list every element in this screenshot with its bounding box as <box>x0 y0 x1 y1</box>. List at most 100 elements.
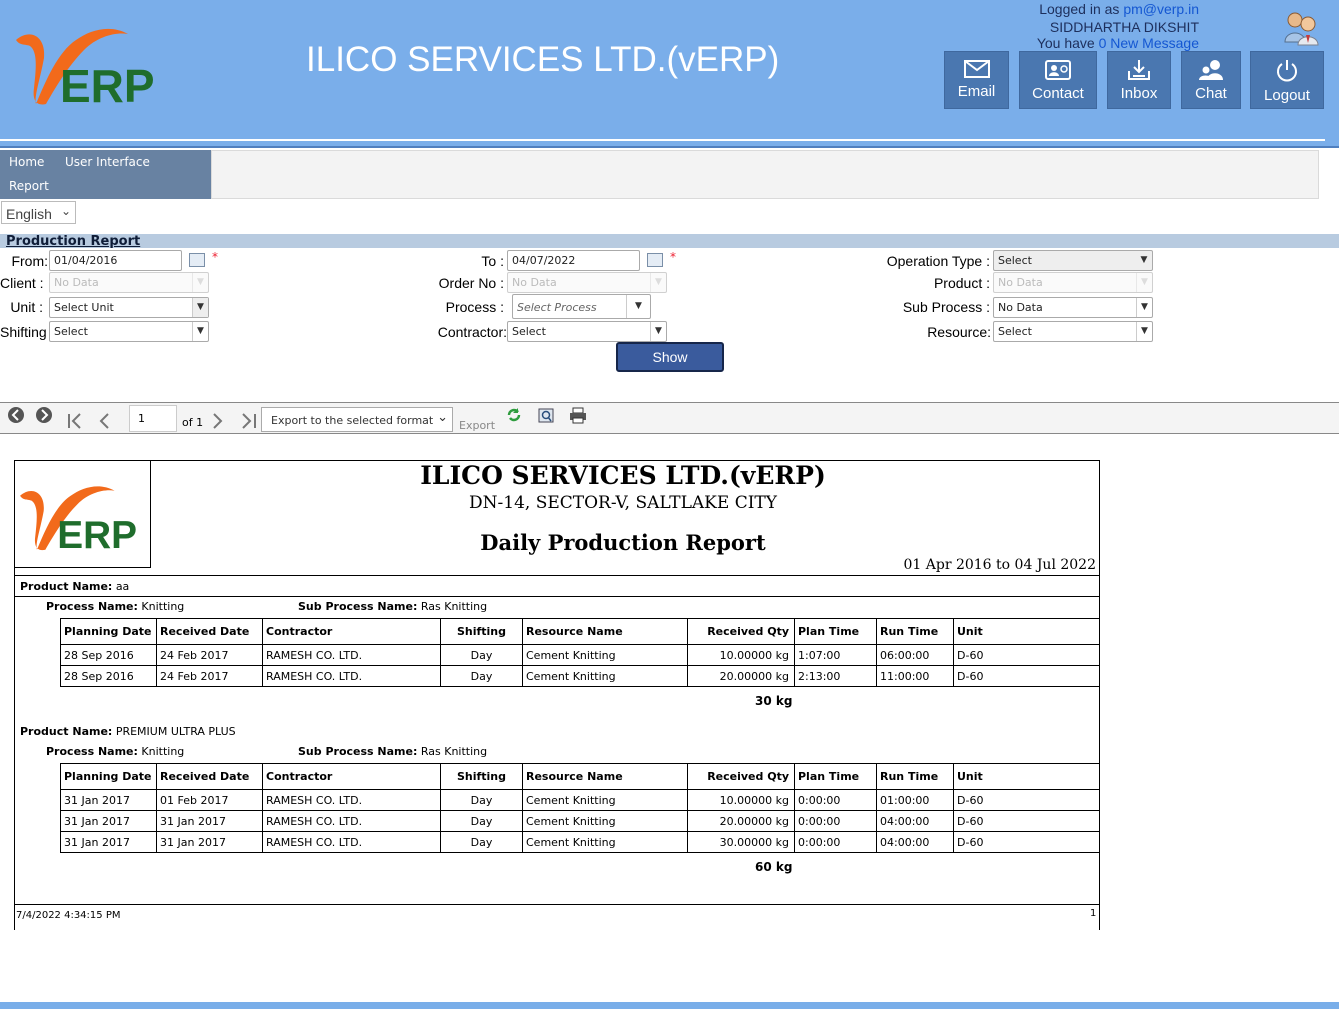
sub-process-name-label: Sub Process Name: <box>298 600 418 613</box>
calendar-icon[interactable] <box>189 253 205 267</box>
chevron-down-icon: ⌄ <box>60 204 71 218</box>
unit-select[interactable]: Select Unit ▼ <box>49 297 209 318</box>
cell: RAMESH CO. LTD. <box>262 665 441 687</box>
table-row: 31 Jan 2017 31 Jan 2017 RAMESH CO. LTD. … <box>60 810 1100 832</box>
power-icon <box>1277 60 1297 82</box>
product-name-label: Product Name: <box>20 580 113 593</box>
sub-process-name-line: Sub Process Name: Ras Knitting <box>298 745 487 758</box>
col-header: Plan Time <box>794 763 877 790</box>
refresh-icon[interactable] <box>506 407 522 426</box>
cell: RAMESH CO. LTD. <box>262 831 441 853</box>
cell: 31 Jan 2017 <box>60 831 157 853</box>
new-message-link[interactable]: 0 New Message <box>1099 35 1199 51</box>
print-layout-icon[interactable] <box>537 407 555 428</box>
product-name-label: Product Name: <box>20 725 113 738</box>
cell: 31 Jan 2017 <box>60 810 157 832</box>
cell: 01 Feb 2017 <box>156 789 263 811</box>
header-divider <box>0 139 1325 141</box>
page-count: of 1 <box>182 416 204 429</box>
report-company-name: ILICO SERVICES LTD.(vERP) <box>420 461 826 490</box>
sub-process-select[interactable]: No Data ▼ <box>993 297 1153 318</box>
logout-button-label: Logout <box>1264 87 1310 104</box>
export-link[interactable]: Export <box>459 419 495 432</box>
shifting-select[interactable]: Select ▼ <box>49 321 209 342</box>
chat-button[interactable]: Chat <box>1181 51 1241 109</box>
group-total: 60 kg <box>755 860 793 874</box>
report-date-range: 01 Apr 2016 to 04 Jul 2022 <box>903 557 1096 573</box>
contractor-select[interactable]: Select ▼ <box>507 321 667 342</box>
col-header: Resource Name <box>522 763 688 790</box>
next-page-icon[interactable] <box>212 413 224 434</box>
inbox-button[interactable]: Inbox <box>1107 51 1171 109</box>
production-table: Planning Date Received Date Contractor S… <box>60 763 1100 853</box>
cell: 1:07:00 <box>794 644 877 666</box>
product-select[interactable]: No Data ▼ <box>993 272 1153 293</box>
col-header: Planning Date <box>60 763 157 790</box>
cell: RAMESH CO. LTD. <box>262 810 441 832</box>
menu-item-home[interactable]: Home <box>9 155 44 169</box>
back-icon[interactable] <box>7 406 25 429</box>
to-date-input[interactable]: 04/07/2022 <box>507 250 640 271</box>
sub-process-name-line: Sub Process Name: Ras Knitting <box>298 600 487 613</box>
first-page-icon[interactable] <box>67 413 85 434</box>
cell: 0:00:00 <box>794 810 877 832</box>
logout-button[interactable]: Logout <box>1250 51 1324 109</box>
report-title: Daily Production Report <box>480 530 766 555</box>
email-button[interactable]: Email <box>944 51 1009 109</box>
operation-type-select[interactable]: Select ▼ <box>993 250 1153 271</box>
last-page-icon[interactable] <box>239 413 257 434</box>
section-header-bar <box>0 234 1339 248</box>
cell: Day <box>440 644 523 666</box>
user-email: pm@verp.in <box>1123 1 1199 17</box>
from-date-input[interactable]: 01/04/2016 <box>49 250 182 271</box>
process-select[interactable]: Select Process ▼ <box>512 294 651 319</box>
forward-icon[interactable] <box>35 406 53 429</box>
resource-select[interactable]: Select ▼ <box>993 321 1153 342</box>
menu-item-report[interactable]: Report <box>9 179 49 193</box>
order-no-select[interactable]: No Data ▼ <box>507 272 667 293</box>
operation-type-value: Select <box>998 254 1032 267</box>
report-timestamp: 7/4/2022 4:34:15 PM <box>16 910 121 921</box>
group-total: 30 kg <box>755 694 793 708</box>
process-name-line: Process Name: Knitting <box>46 745 184 758</box>
cell: 01:00:00 <box>876 789 954 811</box>
show-button[interactable]: Show <box>616 342 724 372</box>
col-header: Plan Time <box>794 618 877 645</box>
col-header: Received Qty <box>687 618 795 645</box>
cell: 04:00:00 <box>876 810 954 832</box>
unit-label: Unit : <box>10 299 43 315</box>
cell: D-60 <box>953 831 1100 853</box>
page-number-input[interactable]: 1 <box>129 405 177 432</box>
export-format-select[interactable]: Export to the selected format ⌄ <box>261 407 453 432</box>
cell: 0:00:00 <box>794 789 877 811</box>
process-name-value: Knitting <box>141 600 185 613</box>
cell: 11:00:00 <box>876 665 954 687</box>
cell: 20.00000 kg <box>687 665 795 687</box>
product-value: No Data <box>998 276 1043 289</box>
client-select[interactable]: No Data ▼ <box>49 272 209 293</box>
report-footer-divider <box>14 904 1100 905</box>
svg-text:ERP: ERP <box>57 514 137 557</box>
operation-type-label: Operation Type : <box>886 253 990 269</box>
col-header: Shifting <box>440 763 523 790</box>
col-header: Contractor <box>262 618 441 645</box>
cell: 0:00:00 <box>794 831 877 853</box>
cell: Cement Knitting <box>522 644 688 666</box>
cell: 06:00:00 <box>876 644 954 666</box>
email-button-label: Email <box>957 83 996 100</box>
report-address: DN-14, SECTOR-V, SALTLAKE CITY <box>469 493 777 513</box>
col-header: Run Time <box>876 763 954 790</box>
contact-button[interactable]: Contact <box>1019 51 1097 109</box>
table-header-row: Planning Date Received Date Contractor S… <box>60 763 1100 790</box>
print-icon[interactable] <box>569 407 587 428</box>
cell: Day <box>440 810 523 832</box>
process-value: Select Process <box>517 301 597 314</box>
calendar-icon[interactable] <box>647 253 663 267</box>
cell: D-60 <box>953 789 1100 811</box>
menu-item-user-interface[interactable]: User Interface <box>65 155 150 169</box>
language-select[interactable]: English ⌄ <box>1 201 76 224</box>
contact-card-icon <box>1045 60 1071 80</box>
product-name-value: PREMIUM ULTRA PLUS <box>115 725 236 738</box>
previous-page-icon[interactable] <box>98 413 110 434</box>
user-name: SIDDHARTHA DIKSHIT <box>1049 19 1199 35</box>
